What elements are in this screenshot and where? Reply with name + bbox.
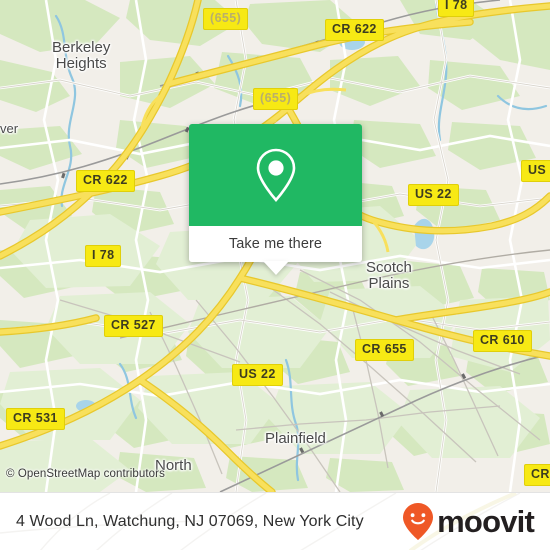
road-shield-i-78-top[interactable]: I 78 — [438, 0, 475, 17]
road-shield-655-top[interactable]: (655) — [203, 8, 249, 30]
road-shield-cr-531[interactable]: CR 531 — [6, 408, 65, 430]
map-pin-icon — [256, 148, 295, 202]
osm-attribution[interactable]: © OpenStreetMap contributors — [6, 468, 165, 480]
popup-footer[interactable]: Take me there — [189, 226, 362, 275]
location-popup-card[interactable]: Take me there — [189, 124, 362, 275]
road-shield-cr-655[interactable]: CR 655 — [355, 339, 414, 361]
road-shield-cr-610[interactable]: CR 610 — [473, 330, 532, 352]
take-me-there-button[interactable]: Take me there — [229, 236, 322, 252]
road-shield-us-22-mid[interactable]: US 22 — [408, 184, 459, 206]
road-shield-cr-527[interactable]: CR 527 — [104, 315, 163, 337]
moovit-wordmark: moovit — [437, 504, 535, 539]
road-shield-us-22-right[interactable]: US 2 — [521, 160, 550, 182]
map-screenshot-root: Berkeley Heights ver Scotch Plains Plain… — [0, 0, 550, 550]
footer-bar: 4 Wood Ln, Watchung, NJ 07069, New York … — [0, 492, 550, 550]
road-shield-i-78-left[interactable]: I 78 — [85, 245, 122, 267]
popup-pointer-tail — [262, 261, 289, 275]
road-shield-cr-622-top[interactable]: CR 622 — [325, 19, 384, 41]
road-shield-cr-65x[interactable]: CR 6 — [524, 464, 550, 486]
road-shield-us-22-bottom[interactable]: US 22 — [232, 364, 283, 386]
moovit-logo[interactable]: moovit — [401, 502, 535, 542]
road-shield-655-mid[interactable]: (655) — [253, 88, 299, 110]
address-label: 4 Wood Ln, Watchung, NJ 07069, New York … — [16, 512, 364, 530]
popup-header — [189, 124, 362, 226]
road-shield-cr-622-left[interactable]: CR 622 — [76, 170, 135, 192]
moovit-smiley-pin-icon — [403, 502, 434, 540]
